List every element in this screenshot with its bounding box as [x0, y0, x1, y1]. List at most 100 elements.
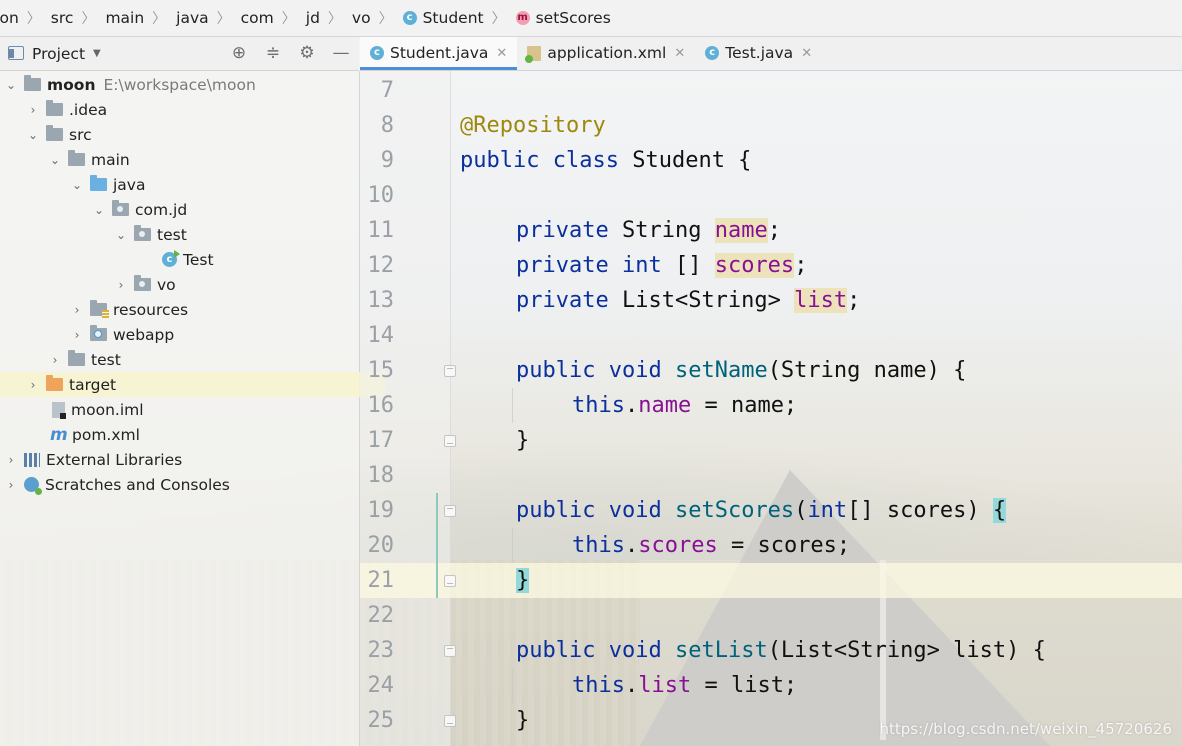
chevron-down-icon[interactable]: ⌄ [26, 128, 40, 142]
close-icon[interactable]: ✕ [674, 46, 685, 61]
project-panel-header: Project ▼ ⊕ ≑ ⚙ — [0, 37, 359, 71]
code-line: 15 public void setName(String name) { [367, 358, 967, 383]
tree-item-moon[interactable]: ⌄ moon E:\workspace\moon [0, 72, 363, 97]
project-view-selector[interactable]: Project [32, 45, 85, 63]
tree-item-idea[interactable]: › .idea [0, 97, 385, 122]
excluded-folder-icon [46, 375, 63, 391]
code-line: 9 public class Student { [380, 148, 752, 173]
indent-guide [512, 528, 513, 563]
fold-marker[interactable] [444, 575, 456, 587]
runnable-class-icon: c [162, 250, 180, 267]
folder-icon [68, 150, 85, 166]
close-icon[interactable]: ✕ [801, 46, 812, 61]
locate-icon[interactable]: ⊕ [229, 43, 249, 63]
tab-application-xml[interactable]: application.xml ✕ [517, 37, 695, 69]
code-line: 12 private int [] scores; [367, 253, 808, 278]
indent-guide [512, 388, 513, 423]
field-list-highlight: list [794, 288, 848, 313]
tree-item-moon-iml[interactable]: moon.iml [0, 397, 411, 422]
chevron-down-icon[interactable]: ⌄ [48, 153, 62, 167]
resources-folder-icon [90, 300, 109, 318]
code-line: 20 this.scores = scores; [367, 533, 851, 558]
chevron-down-icon[interactable]: ⌄ [114, 228, 128, 242]
breadcrumb-item-setscores[interactable]: m setScores [510, 9, 611, 27]
maven-icon: m [50, 424, 68, 445]
tree-item-pom[interactable]: m pom.xml [0, 422, 409, 447]
tree-item-test-dir[interactable]: › test [0, 347, 407, 372]
tab-student-java[interactable]: c Student.java ✕ [360, 37, 518, 70]
fold-marker[interactable] [444, 365, 456, 377]
code-line: 18 [367, 463, 395, 488]
fold-marker[interactable] [444, 645, 456, 657]
tree-item-scratches[interactable]: › Scratches and Consoles [0, 472, 363, 497]
fold-marker[interactable] [444, 505, 456, 517]
chevron-down-icon[interactable]: ▼ [93, 48, 101, 59]
breadcrumb-item-student[interactable]: c Student 〉 [397, 8, 510, 28]
tree-item-target[interactable]: › target [0, 372, 385, 397]
field-name-highlight: name [714, 218, 768, 243]
chevron-right-icon[interactable]: › [4, 478, 18, 492]
project-tree: ⌄ moon E:\workspace\moon › .idea ⌄ src ⌄… [0, 71, 385, 746]
indent-guide [512, 668, 513, 703]
code-line: 22 [367, 603, 395, 628]
fold-marker[interactable] [444, 715, 456, 727]
package-icon [134, 275, 151, 291]
chevron-right-icon[interactable]: › [70, 328, 84, 342]
collapse-all-icon[interactable]: ≑ [263, 43, 283, 63]
folder-icon [68, 350, 85, 366]
breadcrumb-item-main[interactable]: main 〉 [99, 8, 170, 28]
breadcrumb-item-com[interactable]: com 〉 [235, 8, 300, 28]
package-icon [112, 200, 129, 216]
breadcrumb-item-vo[interactable]: vo 〉 [346, 8, 397, 28]
code-line: 16 this.name = name; [367, 393, 798, 418]
matched-brace-highlight: { [992, 498, 1007, 523]
code-line: 24 this.list = list; [367, 673, 798, 698]
code-line: 8 @Repository [380, 113, 606, 138]
tree-item-external-libraries[interactable]: › External Libraries [0, 447, 363, 472]
breadcrumb-item-project[interactable]: oon〉 [0, 8, 45, 28]
chevron-down-icon[interactable]: ⌄ [70, 178, 84, 192]
chevron-right-icon[interactable]: › [48, 353, 62, 367]
code-line: 23 public void setList(List<String> list)… [367, 638, 1046, 663]
gear-icon[interactable]: ⚙ [297, 43, 317, 63]
breadcrumb-item-java[interactable]: java 〉 [170, 8, 234, 28]
chevron-right-icon[interactable]: › [70, 303, 84, 317]
folder-icon [46, 125, 63, 141]
matched-brace-highlight: } [516, 568, 530, 593]
chevron-down-icon[interactable]: ⌄ [92, 203, 106, 217]
minimize-icon[interactable]: — [331, 43, 351, 63]
web-folder-icon [90, 325, 107, 341]
editor-tabs: c Student.java ✕ application.xml ✕ c Tes… [360, 37, 1182, 71]
code-line: 11 private String name; [367, 218, 781, 243]
code-line: 13 private List<String> list; [367, 288, 861, 313]
project-icon [8, 46, 24, 60]
code-line: 10 [367, 183, 395, 208]
code-line: 14 [367, 323, 395, 348]
tab-test-java[interactable]: c Test.java ✕ [695, 37, 822, 69]
close-icon[interactable]: ✕ [496, 46, 507, 61]
code-line: 19 public void setScores(int[] scores) { [367, 498, 1007, 523]
current-code-line: 21} [360, 563, 1182, 598]
tree-item-main[interactable]: ⌄ main [0, 147, 407, 172]
tree-item-src[interactable]: ⌄ src [0, 122, 385, 147]
module-folder-icon [24, 75, 41, 91]
method-icon: m [515, 11, 530, 25]
vcs-change-marker[interactable] [436, 493, 438, 598]
code-editor[interactable]: 7 8 @Repository 9 public class Student { 1… [360, 71, 1182, 746]
chevron-right-icon[interactable]: › [114, 278, 128, 292]
breadcrumb-item-jd[interactable]: jd 〉 [300, 8, 346, 28]
chevron-down-icon[interactable]: ⌄ [4, 78, 18, 92]
chevron-right-icon[interactable]: › [26, 378, 40, 392]
class-icon: c [402, 11, 417, 25]
folder-icon [46, 100, 63, 116]
chevron-right-icon[interactable]: › [26, 103, 40, 117]
class-icon: c [370, 46, 384, 60]
library-icon [24, 452, 40, 467]
fold-marker[interactable] [444, 435, 456, 447]
watermark: https://blog.csdn.net/weixin_45720626 [879, 720, 1172, 738]
breadcrumb-item-src[interactable]: src 〉 [45, 8, 100, 28]
chevron-right-icon[interactable]: › [4, 453, 18, 467]
source-folder-icon [90, 175, 107, 191]
package-icon [134, 225, 151, 241]
code-line: 7 [380, 78, 394, 103]
